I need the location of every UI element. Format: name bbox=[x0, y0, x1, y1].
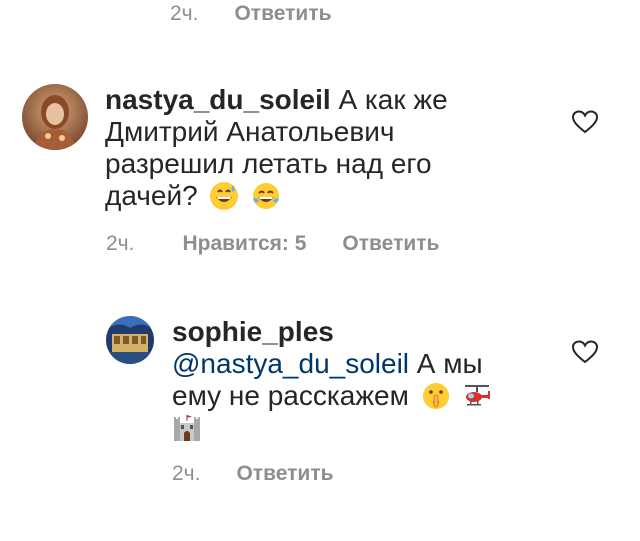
avatar-image bbox=[106, 316, 154, 364]
comment-username[interactable]: sophie_ples bbox=[172, 316, 334, 347]
castle-emoji bbox=[174, 415, 200, 441]
likes-count-button[interactable]: Нравится: 5 bbox=[182, 232, 306, 256]
mention-link[interactable]: @nastya_du_soleil bbox=[172, 348, 409, 379]
reply-comment-item: sophie_ples @nastya_du_soleil А мы ему н… bbox=[106, 316, 512, 444]
tears-of-joy-emoji bbox=[253, 183, 280, 209]
grinning-sweat-emoji bbox=[210, 182, 239, 210]
avatar[interactable] bbox=[106, 316, 154, 364]
heart-outline-icon[interactable] bbox=[572, 340, 598, 364]
comment-item: nastya_du_soleil А как же Дмитрий Анатол… bbox=[22, 84, 515, 212]
comment-text: sophie_ples @nastya_du_soleil А мы ему н… bbox=[172, 316, 512, 444]
reply-button[interactable]: Ответить bbox=[342, 232, 439, 256]
comment-meta-row: 2ч. Ответить bbox=[170, 2, 332, 26]
helicopter-emoji bbox=[465, 385, 491, 406]
heart-outline-icon[interactable] bbox=[572, 110, 598, 134]
comment-username[interactable]: nastya_du_soleil bbox=[105, 84, 331, 115]
comment-timestamp: 2ч. bbox=[170, 2, 199, 25]
comment-timestamp: 2ч. bbox=[106, 232, 135, 255]
avatar[interactable] bbox=[22, 84, 88, 150]
comment-text: nastya_du_soleil А как же Дмитрий Анатол… bbox=[105, 84, 515, 212]
comment-timestamp: 2ч. bbox=[172, 462, 201, 485]
avatar-image bbox=[22, 84, 88, 150]
comment-meta-row: 2ч. Ответить bbox=[172, 462, 334, 486]
reply-button[interactable]: Ответить bbox=[234, 2, 331, 26]
reply-button[interactable]: Ответить bbox=[236, 462, 333, 486]
shushing-face-emoji bbox=[422, 383, 449, 409]
comment-meta-row: 2ч. Нравится: 5 Ответить bbox=[106, 232, 439, 256]
